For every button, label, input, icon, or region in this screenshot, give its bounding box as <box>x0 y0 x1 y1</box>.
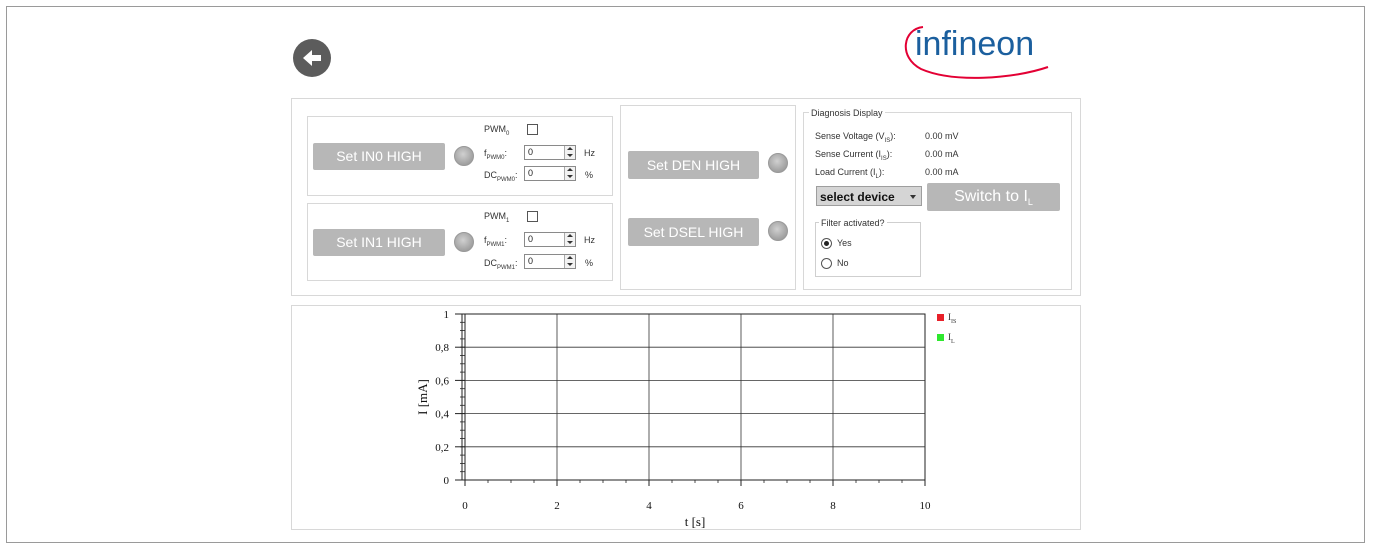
y-tick-label: 1 <box>444 309 450 321</box>
y-tick-label: 0,4 <box>435 409 449 421</box>
x-axis-label: t [s] <box>685 514 706 529</box>
y-tick-label: 0 <box>444 475 450 487</box>
x-tick-label: 6 <box>738 500 744 512</box>
y-axis-label: I [mA] <box>415 379 430 415</box>
legend-swatch-iis <box>937 314 944 321</box>
y-tick-label: 0,6 <box>435 375 449 387</box>
y-tick-label: 0,2 <box>435 442 449 454</box>
plot-area <box>464 313 926 481</box>
legend-label-il: IL <box>948 332 955 345</box>
x-tick-label: 4 <box>646 500 652 512</box>
x-tick-label: 10 <box>920 500 932 512</box>
legend-swatch-il <box>937 334 944 341</box>
x-tick-label: 0 <box>462 500 468 512</box>
x-tick-label: 8 <box>830 500 836 512</box>
y-tick-label: 0,8 <box>435 342 449 354</box>
x-tick-label: 2 <box>554 500 560 512</box>
legend-label-iis: IIS <box>948 312 957 325</box>
current-chart: 0 2 4 6 8 10 0 0,2 0,4 0,6 0,8 1 t [s] I [mA] <box>415 309 932 529</box>
